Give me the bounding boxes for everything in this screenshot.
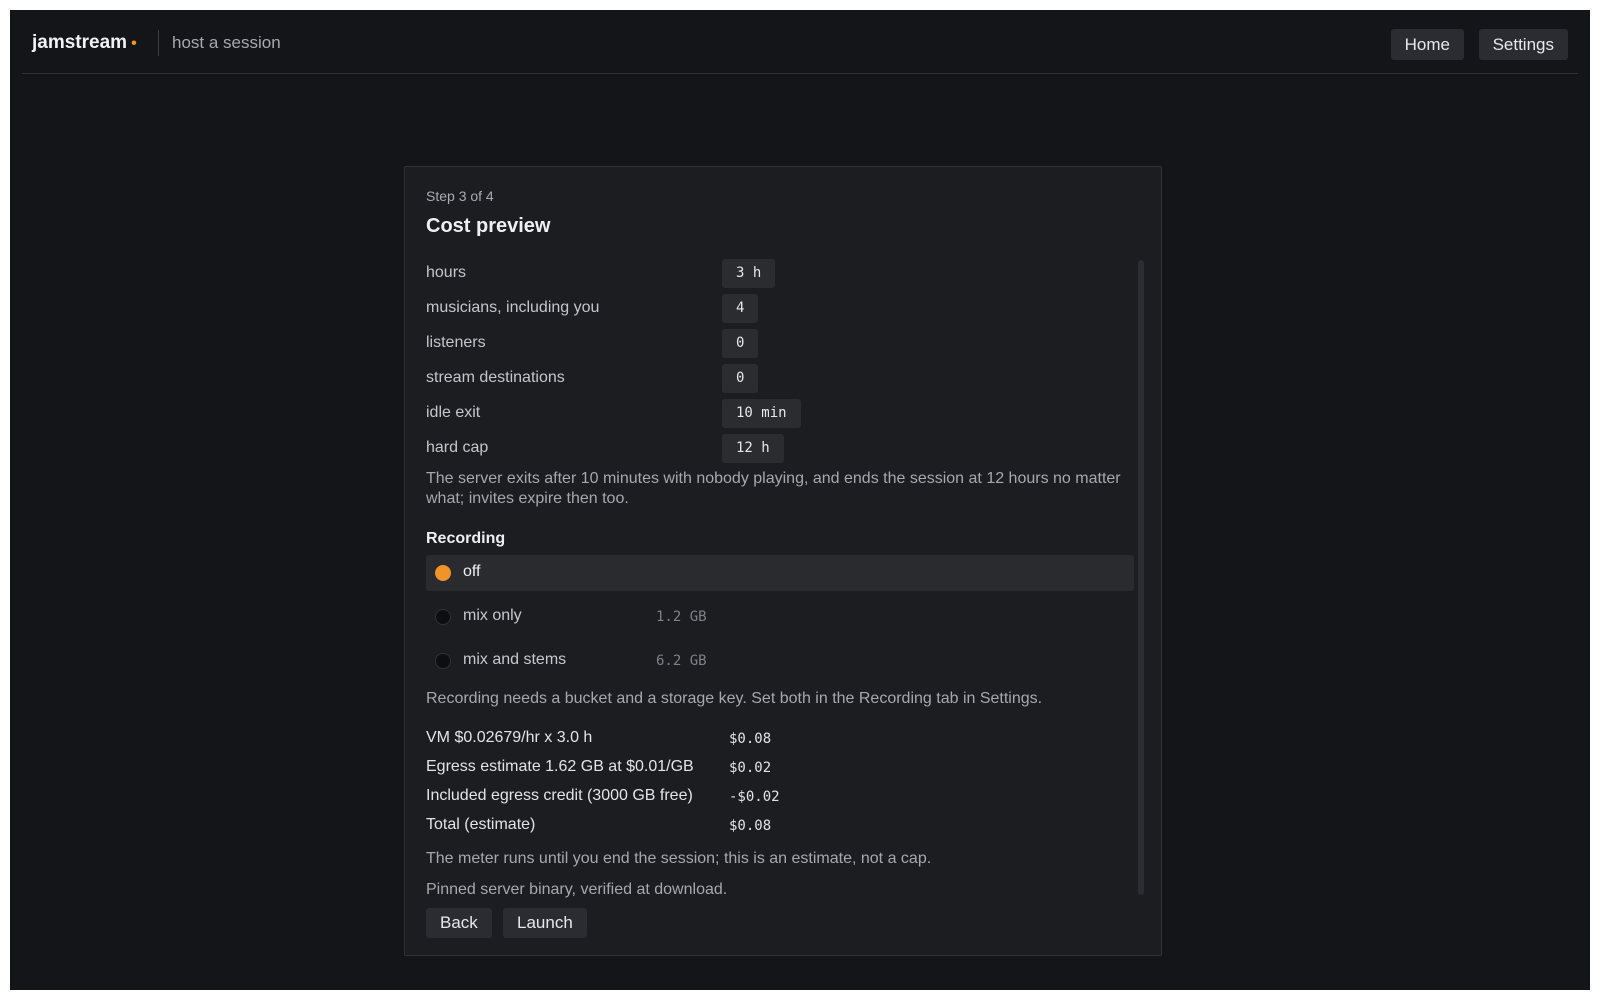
- radio-icon[interactable]: [435, 653, 451, 669]
- brand-name: jamstream: [32, 32, 128, 53]
- recording-option-mix-only[interactable]: mix only 1.2 GB: [426, 599, 1134, 635]
- cost-label: VM $0.02679/hr x 3.0 h: [426, 729, 593, 746]
- back-button[interactable]: Back: [426, 908, 492, 938]
- field-label: hard cap: [426, 439, 489, 456]
- cost-row-egress: Egress estimate 1.62 GB at $0.01/GB $0.0…: [426, 758, 1134, 782]
- field-label: hours: [426, 264, 467, 281]
- meter-note: The meter runs until you end the session…: [426, 850, 932, 867]
- recording-heading: Recording: [426, 530, 506, 547]
- home-button[interactable]: Home: [1390, 29, 1464, 60]
- cost-row-egress-credit: Included egress credit (3000 GB free) -$…: [426, 787, 1134, 811]
- field-label: stream destinations: [426, 369, 565, 386]
- cost-label: Egress estimate 1.62 GB at $0.01/GB: [426, 758, 694, 775]
- page-subtitle: host a session: [172, 33, 281, 52]
- scrollbar[interactable]: [1138, 260, 1144, 895]
- top-bar: jamstream • host a session Home Settings: [22, 10, 1578, 74]
- step-indicator: Step 3 of 4: [426, 188, 494, 204]
- field-idle-exit: idle exit 10 min: [426, 399, 1134, 429]
- launch-button[interactable]: Launch: [503, 908, 587, 938]
- binary-note: Pinned server binary, verified at downlo…: [426, 881, 728, 898]
- recording-note: Recording needs a bucket and a storage k…: [426, 690, 1043, 707]
- field-value: 12 h: [722, 434, 784, 463]
- field-hard-cap: hard cap 12 h: [426, 434, 1134, 464]
- brand-divider: [158, 30, 159, 56]
- cost-value: -$0.02: [729, 789, 780, 805]
- brand-logo[interactable]: jamstream •: [32, 32, 137, 54]
- recording-option-label: off: [463, 563, 481, 580]
- field-label: musicians, including you: [426, 299, 600, 316]
- cost-label: Total (estimate): [426, 816, 536, 833]
- exit-note: The server exits after 10 minutes with n…: [426, 470, 1121, 507]
- field-stream-destinations: stream destinations 0: [426, 364, 1134, 394]
- app-window: jamstream • host a session Home Settings …: [10, 10, 1590, 990]
- cost-preview-card: Step 3 of 4 Cost preview hours 3 h music…: [404, 166, 1162, 956]
- recording-option-size: 1.2 GB: [656, 609, 707, 625]
- recording-option-mix-and-stems[interactable]: mix and stems 6.2 GB: [426, 643, 1134, 679]
- field-hours: hours 3 h: [426, 259, 1134, 289]
- cost-row-vm: VM $0.02679/hr x 3.0 h $0.08: [426, 729, 1134, 753]
- field-value: 3 h: [722, 259, 776, 288]
- cost-value: $0.08: [729, 731, 772, 747]
- cost-row-total: Total (estimate) $0.08: [426, 816, 1134, 840]
- cost-value: $0.08: [729, 818, 772, 834]
- field-value: 4: [722, 294, 759, 323]
- field-value: 0: [722, 329, 759, 358]
- brand-dot-icon: •: [131, 35, 137, 52]
- recording-option-off[interactable]: off: [426, 555, 1134, 591]
- field-value: 0: [722, 364, 759, 393]
- radio-selected-icon[interactable]: [435, 565, 451, 581]
- field-musicians: musicians, including you 4: [426, 294, 1134, 324]
- field-label: listeners: [426, 334, 486, 351]
- scroll-area[interactable]: hours 3 h musicians, including you 4 lis…: [426, 259, 1134, 899]
- recording-option-size: 6.2 GB: [656, 653, 707, 669]
- cost-value: $0.02: [729, 760, 772, 776]
- settings-button[interactable]: Settings: [1478, 29, 1568, 60]
- cost-label: Included egress credit (3000 GB free): [426, 787, 693, 804]
- field-label: idle exit: [426, 404, 481, 421]
- field-value: 10 min: [722, 399, 801, 428]
- radio-icon[interactable]: [435, 609, 451, 625]
- recording-option-label: mix and stems: [463, 651, 567, 668]
- field-listeners: listeners 0: [426, 329, 1134, 359]
- recording-option-label: mix only: [463, 607, 522, 624]
- page-title: Cost preview: [426, 215, 551, 237]
